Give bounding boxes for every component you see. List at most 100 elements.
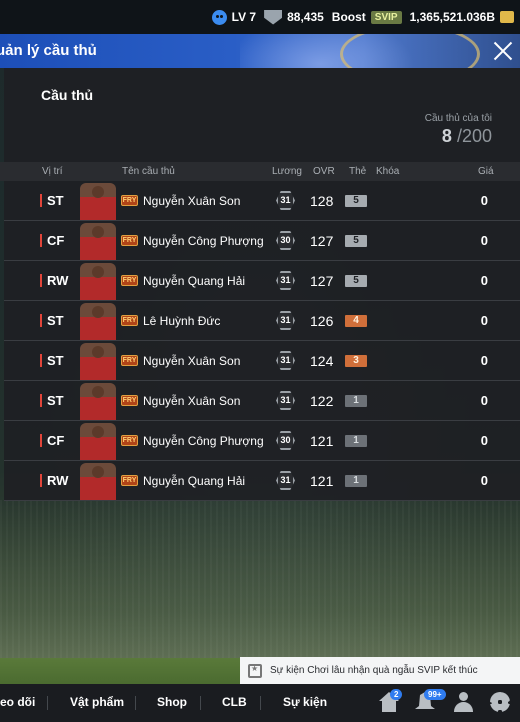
header-lock[interactable]: Khóa	[376, 166, 399, 177]
season-badge: FRY	[121, 355, 138, 366]
player-name: Nguyễn Xuân Son	[143, 394, 241, 408]
player-name: Nguyễn Xuân Son	[143, 194, 241, 208]
coins-indicator: 1,365,521.036B	[410, 10, 514, 24]
upgrade-badge: 4	[345, 315, 367, 327]
player-name: Nguyễn Công Phượng	[143, 434, 264, 448]
wage-badge: 31	[276, 311, 295, 330]
upgrade-badge: 1	[345, 435, 367, 447]
player-price: 0	[480, 233, 488, 248]
points-text: 88,435	[287, 10, 324, 24]
nav-divider	[47, 696, 48, 710]
points-indicator: 88,435	[264, 9, 324, 25]
wage-badge: 31	[276, 351, 295, 370]
nav-divider	[260, 696, 261, 710]
close-icon[interactable]	[492, 40, 514, 62]
player-avatar	[80, 423, 116, 460]
player-price: 0	[480, 473, 488, 488]
player-count: 8 /200	[442, 126, 492, 147]
player-ovr: 122	[310, 393, 334, 409]
section-title: Cầu thủ	[41, 87, 94, 103]
player-ovr: 127	[310, 233, 334, 249]
table-row[interactable]: CF FRY Nguyễn Công Phượng 30 121 1 0	[4, 421, 520, 461]
event-banner-text: Sự kiện Chơi lâu nhận quà ngẫu SVIP kết …	[270, 665, 478, 676]
wage-badge: 30	[276, 431, 295, 450]
season-badge: FRY	[121, 475, 138, 486]
player-position: CF	[40, 234, 64, 247]
header-name[interactable]: Tên cầu thủ	[122, 166, 175, 177]
player-position: CF	[40, 434, 64, 447]
player-avatar	[80, 463, 116, 500]
player-name: Lê Huỳnh Đức	[143, 314, 221, 328]
player-ovr: 124	[310, 353, 334, 369]
player-name: Nguyễn Quang Hải	[143, 274, 246, 288]
wage-badge: 31	[276, 391, 295, 410]
player-count-label: Cầu thủ của tôi	[424, 113, 492, 124]
player-avatar	[80, 303, 116, 340]
boost-indicator[interactable]: Boost SVIP	[332, 10, 402, 24]
season-badge: FRY	[121, 195, 138, 206]
upgrade-badge: 5	[345, 195, 367, 207]
nav-events[interactable]: Sự kiện	[283, 695, 327, 709]
bottom-nav: eo dõi Vật phẩm Shop CLB Sự kiện 2 99+	[0, 684, 520, 722]
svip-badge: SVIP	[370, 10, 402, 24]
header-position[interactable]: Vị trí	[42, 166, 63, 177]
player-ovr: 126	[310, 313, 334, 329]
table-row[interactable]: RW FRY Nguyễn Quang Hải 31 127 5 0	[4, 261, 520, 301]
event-banner[interactable]: Sự kiện Chơi lâu nhận quà ngẫu SVIP kết …	[240, 657, 520, 684]
player-avatar	[80, 223, 116, 260]
header-wage[interactable]: Lương	[272, 166, 302, 177]
level-text: LV 7	[231, 10, 257, 24]
player-price: 0	[480, 273, 488, 288]
table-row[interactable]: ST FRY Lê Huỳnh Đức 31 126 4 0	[4, 301, 520, 341]
grass-texture	[0, 500, 520, 660]
table-row[interactable]: ST FRY Nguyễn Xuân Son 31 124 3 0	[4, 341, 520, 381]
table-row[interactable]: CF FRY Nguyễn Công Phượng 30 127 5 0	[4, 221, 520, 261]
player-position: ST	[40, 194, 64, 207]
coin-icon	[500, 11, 514, 23]
header-ovr[interactable]: OVR	[313, 166, 335, 177]
page-title: uản lý cầu thủ	[0, 42, 97, 59]
shield-icon	[264, 9, 283, 25]
nav-divider	[200, 696, 201, 710]
upgrade-badge: 1	[345, 475, 367, 487]
header-upgrade[interactable]: Thẻ	[349, 166, 366, 177]
player-position: ST	[40, 354, 64, 367]
season-badge: FRY	[121, 235, 138, 246]
player-avatar	[80, 383, 116, 420]
wage-badge: 30	[276, 231, 295, 250]
boost-label: Boost	[331, 10, 366, 24]
player-name: Nguyễn Xuân Son	[143, 354, 241, 368]
player-price: 0	[480, 193, 488, 208]
player-price: 0	[480, 393, 488, 408]
player-avatar	[80, 343, 116, 380]
upgrade-badge: 3	[345, 355, 367, 367]
coins-text: 1,365,521.036B	[409, 10, 495, 24]
player-price: 0	[480, 433, 488, 448]
player-avatar	[80, 263, 116, 300]
player-position: RW	[40, 274, 68, 287]
season-badge: FRY	[121, 275, 138, 286]
player-price: 0	[480, 353, 488, 368]
header-price[interactable]: Giá	[478, 166, 494, 177]
player-avatar	[80, 183, 116, 220]
nav-items[interactable]: Vật phẩm	[70, 695, 124, 709]
player-ovr: 127	[310, 273, 334, 289]
season-badge: FRY	[121, 395, 138, 406]
season-badge: FRY	[121, 315, 138, 326]
nav-shop[interactable]: Shop	[157, 695, 187, 709]
player-position: RW	[40, 474, 68, 487]
table-row[interactable]: RW FRY Nguyễn Quang Hải 31 121 1 0	[4, 461, 520, 501]
gear-icon[interactable]	[490, 692, 510, 712]
table-row[interactable]: ST FRY Nguyễn Xuân Son 31 128 5 0	[4, 181, 520, 221]
title-bar: uản lý cầu thủ	[0, 34, 520, 68]
table-row[interactable]: ST FRY Nguyễn Xuân Son 31 122 1 0	[4, 381, 520, 421]
nav-club[interactable]: CLB	[222, 695, 247, 709]
table-header: Vị trí Tên cầu thủ Lương OVR Thẻ Khóa Gi…	[0, 162, 520, 181]
bell-badge: 99+	[424, 689, 446, 700]
nav-follow[interactable]: eo dõi	[0, 695, 35, 709]
wage-badge: 31	[276, 471, 295, 490]
user-icon[interactable]	[453, 692, 473, 712]
player-ovr: 128	[310, 193, 334, 209]
upgrade-badge: 1	[345, 395, 367, 407]
upgrade-badge: 5	[345, 275, 367, 287]
